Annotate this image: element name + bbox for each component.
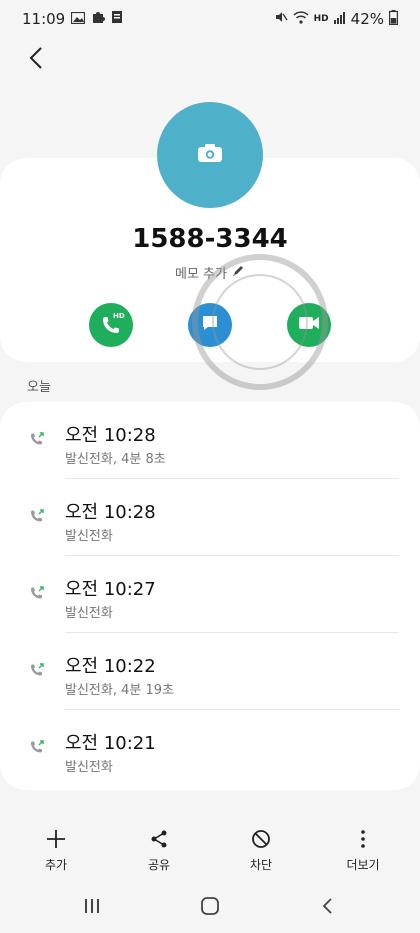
image-icon: [71, 10, 86, 28]
call-time: 오전 10:28: [65, 425, 156, 446]
recent-apps-icon: [83, 897, 101, 919]
call-log-item[interactable]: 오전 10:22 발신전화, 4분 19초: [0, 633, 420, 710]
outgoing-call-icon: [28, 738, 46, 756]
call-log-list: 오전 10:28 발신전화, 4분 8초 오전 10:28 발신전화 오전 10…: [0, 402, 420, 790]
system-nav-bar: [0, 888, 420, 928]
share-button[interactable]: 공유: [124, 826, 194, 876]
message-button[interactable]: [188, 303, 232, 347]
add-memo-button[interactable]: 메모 추가: [0, 263, 420, 282]
call-time: 오전 10:27: [65, 579, 156, 600]
share-label: 공유: [147, 858, 171, 872]
recent-apps-button[interactable]: [72, 894, 112, 922]
status-bar: 11:09 HD 42%: [0, 0, 420, 38]
memo-notification-icon: [111, 10, 123, 28]
outgoing-call-icon: [28, 661, 46, 679]
block-icon: [251, 826, 271, 852]
back-button[interactable]: [20, 44, 52, 76]
wifi-icon: [293, 10, 309, 28]
block-label: 차단: [249, 858, 273, 872]
call-detail: 발신전화: [65, 606, 113, 621]
call-log-item[interactable]: 오전 10:28 발신전화: [0, 479, 420, 556]
home-button[interactable]: [190, 894, 230, 922]
bottom-action-bar: 추가 공유 차단 더보기: [0, 826, 420, 876]
call-log-item[interactable]: 오전 10:21 발신전화: [0, 710, 420, 787]
section-today-label: 오늘: [27, 380, 51, 395]
phone-hd-icon: HD: [100, 312, 125, 336]
block-button[interactable]: 차단: [226, 826, 296, 876]
plus-icon: [46, 826, 66, 852]
add-button[interactable]: 추가: [21, 826, 91, 876]
pencil-icon: [232, 264, 245, 281]
signal-icon: [333, 10, 346, 28]
call-detail: 발신전화: [65, 529, 113, 544]
call-detail: 발신전화, 4분 8초: [65, 452, 166, 467]
outgoing-call-icon: [28, 507, 46, 525]
more-button[interactable]: 더보기: [328, 826, 398, 876]
camera-icon: [197, 143, 223, 167]
contact-avatar[interactable]: [157, 102, 263, 208]
nav-back-button[interactable]: [307, 894, 347, 922]
video-camera-icon: [298, 315, 320, 335]
more-label: 더보기: [346, 858, 380, 872]
call-log-item[interactable]: 오전 10:27 발신전화: [0, 556, 420, 633]
call-time: 오전 10:21: [65, 733, 156, 754]
phone-number: 1588-3344: [132, 224, 288, 254]
call-time: 오전 10:22: [65, 656, 156, 677]
call-time: 오전 10:28: [65, 502, 156, 523]
share-icon: [149, 826, 169, 852]
battery-icon: [389, 9, 399, 29]
more-vertical-icon: [360, 826, 366, 852]
outgoing-call-icon: [28, 430, 46, 448]
battery-percent: 42%: [350, 10, 384, 28]
home-icon: [200, 896, 220, 920]
message-icon: [200, 313, 220, 337]
add-label: 추가: [44, 858, 68, 872]
status-time: 11:09: [22, 10, 66, 28]
outgoing-call-icon: [28, 584, 46, 602]
back-arrow-icon: [321, 897, 333, 919]
voice-call-button[interactable]: HD: [89, 303, 133, 347]
chevron-left-icon: [29, 46, 43, 74]
call-detail: 발신전화: [65, 760, 113, 775]
hd-label: HD: [113, 312, 125, 320]
hd-voice-indicator: HD: [313, 14, 329, 24]
puzzle-icon: [91, 10, 106, 28]
video-call-button[interactable]: [287, 303, 331, 347]
memo-label: 메모 추가: [175, 267, 227, 282]
call-log-item[interactable]: 오전 10:28 발신전화, 4분 8초: [0, 402, 420, 479]
mute-icon: [274, 10, 288, 28]
call-detail: 발신전화, 4분 19초: [65, 683, 174, 698]
